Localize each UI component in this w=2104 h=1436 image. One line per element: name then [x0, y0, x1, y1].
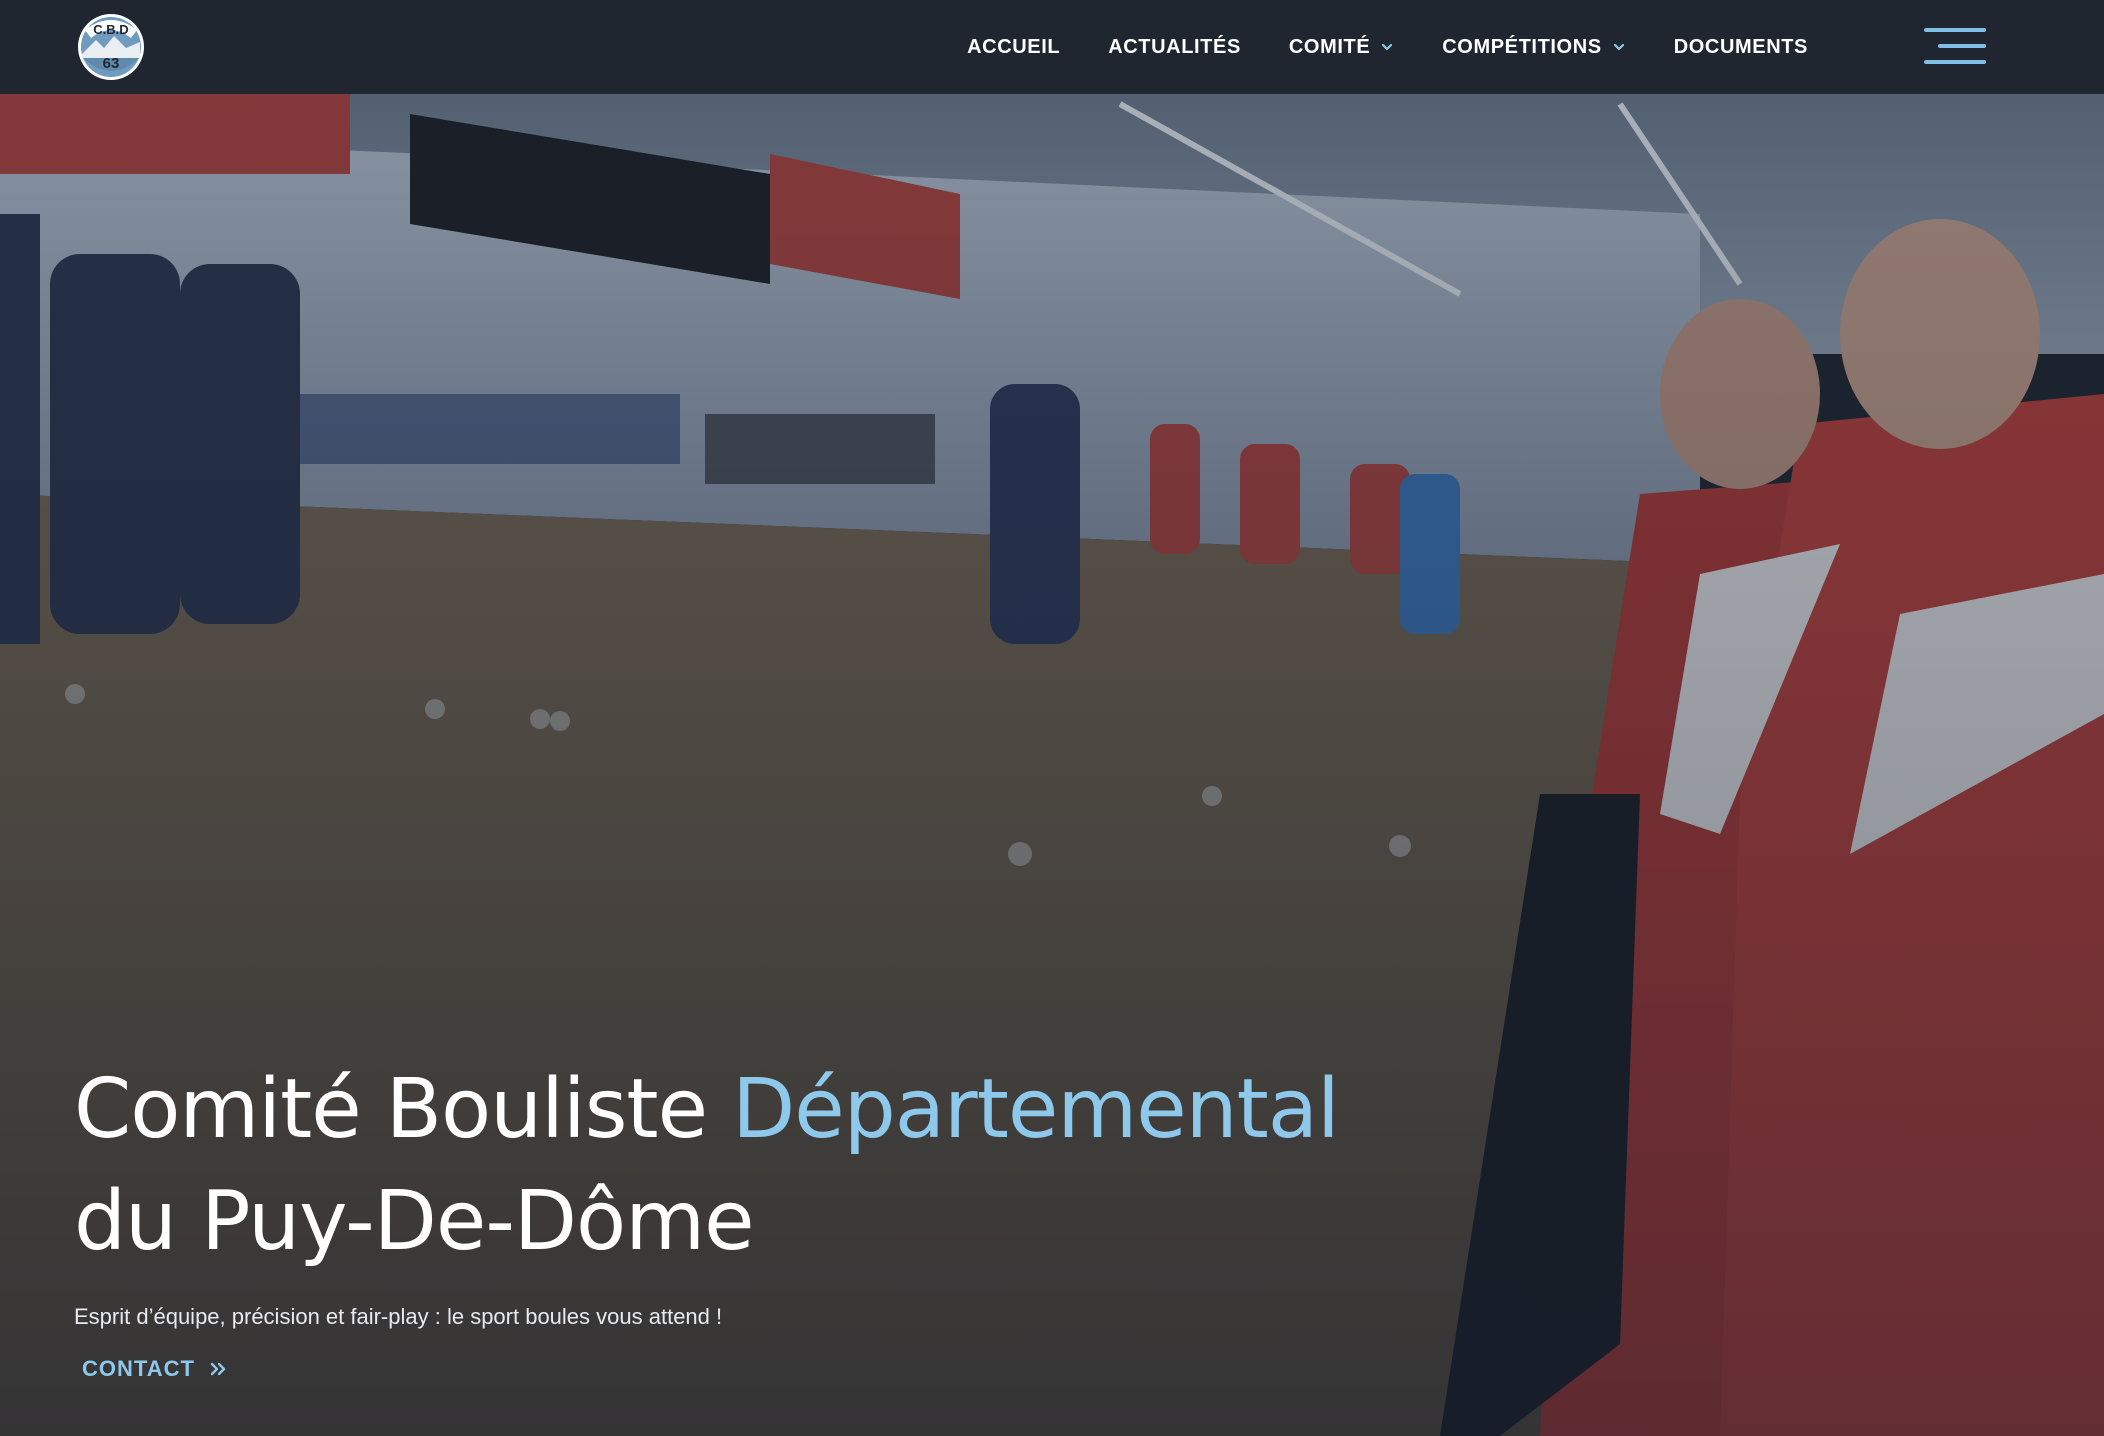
hero-title: Comité Bouliste Départemental du Puy-De-D… [74, 1054, 1474, 1278]
logo-line2: 63 [103, 55, 120, 72]
nav-actualites-label: ACTUALITÉS [1108, 35, 1241, 58]
hero-section: Comité Bouliste Départemental du Puy-De-D… [0, 94, 2104, 1436]
nav-accueil[interactable]: ACCUEIL [967, 36, 1060, 59]
chevron-down-icon [1613, 43, 1624, 51]
nav-documents-label: DOCUMENTS [1673, 35, 1808, 58]
nav-competitions-label: COMPÉTITIONS [1442, 35, 1602, 58]
double-chevron-right-icon [210, 1362, 226, 1376]
chevron-down-icon [1382, 43, 1393, 51]
nav-actualites[interactable]: ACTUALITÉS [1108, 36, 1241, 59]
nav-accueil-label: ACCUEIL [967, 35, 1061, 58]
nav-comite[interactable]: COMITÉ [1289, 36, 1394, 59]
hamburger-menu-icon[interactable] [1924, 28, 1986, 66]
contact-label: CONTACT [82, 1356, 195, 1381]
burger-line-middle [1938, 44, 1986, 48]
burger-line-top [1924, 28, 1986, 32]
hero-subtitle: Esprit d’équipe, précision et fair-play … [74, 1304, 723, 1329]
logo-line1: C.B.D [93, 22, 128, 37]
site-header: C.B.D 63 ACCUEIL ACTUALITÉS COMITÉ COMPÉ… [0, 0, 2104, 94]
hero-title-part1: Comité Bouliste [74, 1062, 733, 1157]
logo-badge-icon: C.B.D 63 [78, 14, 144, 80]
page: C.B.D 63 ACCUEIL ACTUALITÉS COMITÉ COMPÉ… [0, 0, 2104, 1436]
nav-comite-label: COMITÉ [1288, 35, 1371, 58]
hero-title-accent: Départemental [732, 1062, 1340, 1157]
nav-documents[interactable]: DOCUMENTS [1674, 36, 1808, 59]
nav-competitions[interactable]: COMPÉTITIONS [1442, 36, 1625, 59]
hero-text-block: Comité Bouliste Départemental du Puy-De-D… [74, 1054, 1474, 1382]
burger-line-bottom [1924, 60, 1986, 64]
cbd-logo[interactable]: C.B.D 63 [76, 12, 146, 82]
hero-title-part2: du Puy-De-Dôme [74, 1174, 755, 1269]
main-nav: ACCUEIL ACTUALITÉS COMITÉ COMPÉTITIONS D… [967, 0, 1808, 94]
contact-link[interactable]: CONTACT [82, 1356, 229, 1382]
